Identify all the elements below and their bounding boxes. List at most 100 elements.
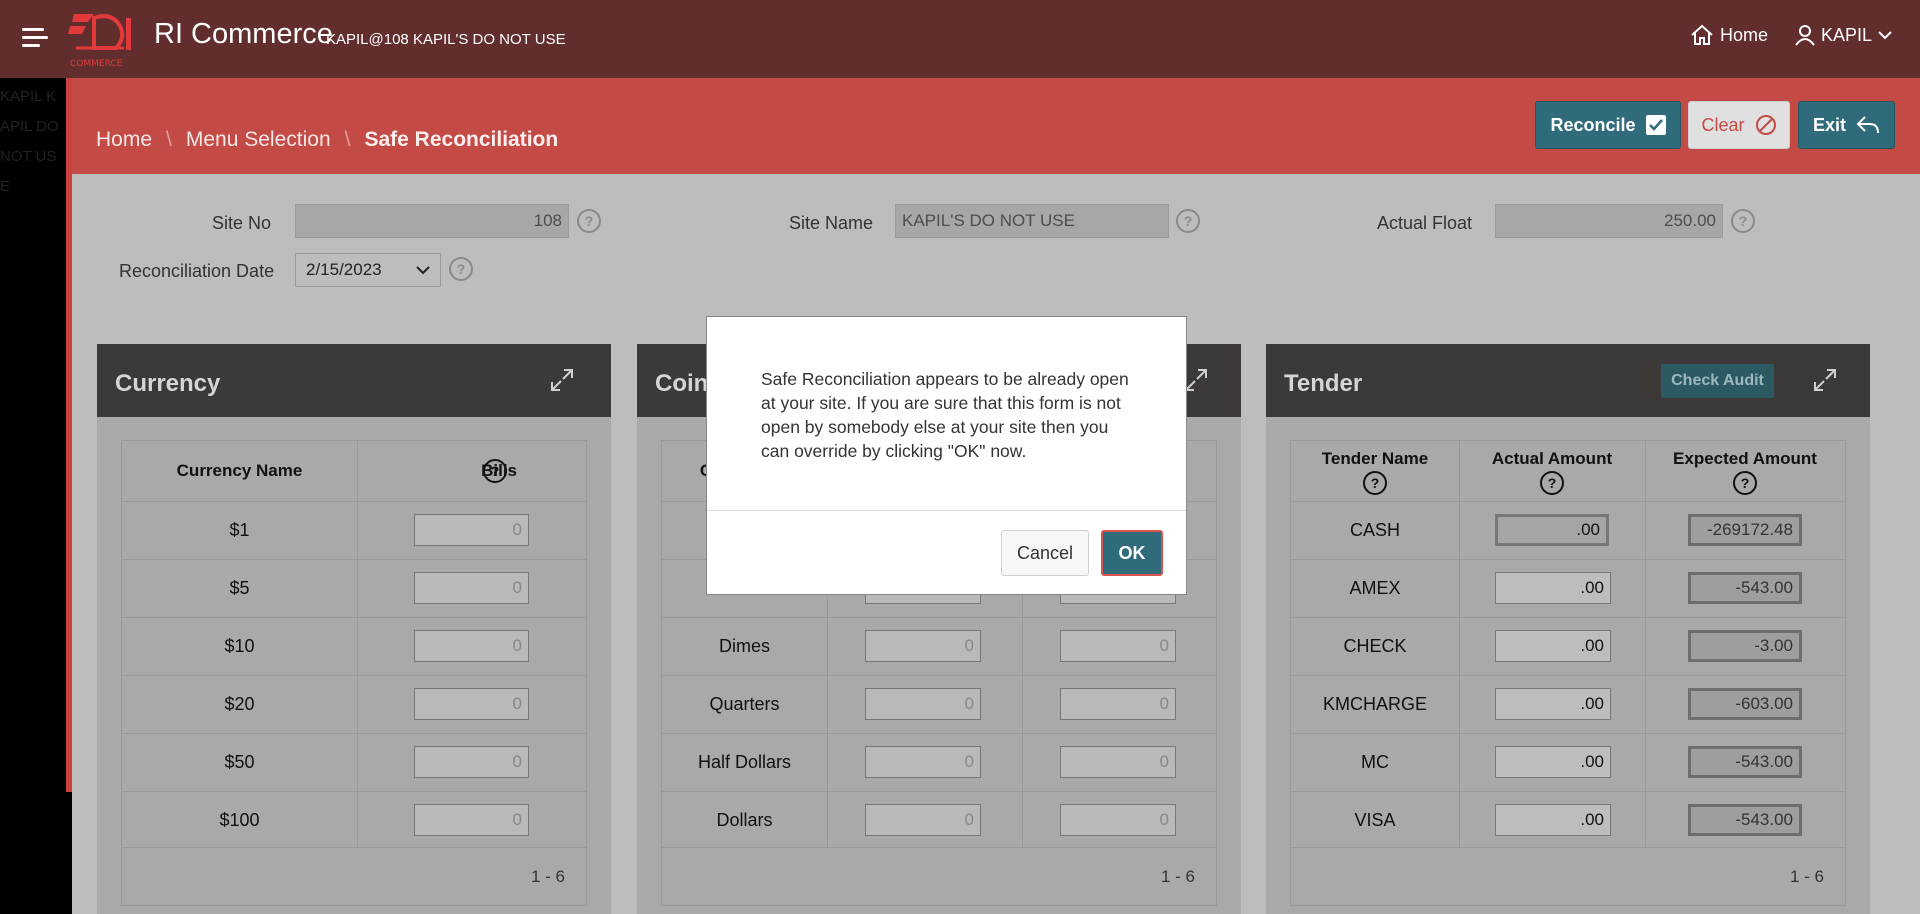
column-header-tender-name: Tender Name (1321, 449, 1429, 468)
currency-table: Currency Name Bills ? $1 0 $5 0 $10 0 $2… (121, 440, 587, 906)
coin-rolls-input[interactable]: 0 (865, 746, 981, 778)
actual-float-field: 250.00 (1495, 204, 1723, 238)
exit-button[interactable]: Exit (1798, 101, 1895, 149)
expected-amount-field: -269172.48 (1688, 514, 1802, 546)
site-no-field: 108 (295, 204, 569, 238)
bills-input[interactable]: 0 (414, 804, 529, 836)
site-no-label: Site No (212, 213, 272, 233)
user-menu[interactable]: KAPIL (1795, 24, 1892, 46)
dialog-message: Safe Reconciliation appears to be alread… (761, 369, 1129, 461)
tender-region: Tender Check Audit Tender Name ? Actual … (1266, 344, 1870, 914)
currency-title: Currency (115, 370, 221, 397)
bills-help-icon[interactable]: ? (483, 459, 507, 483)
expected-amount-field: -543.00 (1688, 804, 1802, 836)
tender-name-cell: CASH (1349, 520, 1400, 540)
expand-icon[interactable] (1184, 368, 1208, 392)
breadcrumb-separator: \ (344, 128, 351, 151)
tender-name-cell: KMCHARGE (1322, 694, 1427, 714)
chevron-down-icon (416, 266, 430, 275)
currency-region: Currency Currency Name Bills ? $1 0 $5 0… (97, 344, 611, 914)
actual-amount-input[interactable]: .00 (1495, 514, 1609, 546)
actual-float-help-icon[interactable]: ? (1731, 209, 1755, 233)
check-audit-button[interactable]: Check Audit (1661, 364, 1774, 398)
column-header-currency-name: Currency Name (176, 461, 303, 480)
exit-label: Exit (1812, 114, 1846, 135)
reconcile-button[interactable]: Reconcile (1535, 101, 1681, 149)
actual-amount-input[interactable]: .00 (1495, 804, 1611, 836)
checkbox-checked-icon (1645, 115, 1666, 135)
column-header-expected-amount: Expected Amount (1673, 449, 1817, 468)
breadcrumb: Home \ Menu Selection \ Safe Reconciliat… (96, 128, 558, 152)
side-stray-text: KAPIL KAPIL DO NOT USE (0, 88, 59, 195)
expected-amount-field: -543.00 (1688, 746, 1802, 778)
expected-amount-help-icon[interactable]: ? (1733, 471, 1757, 495)
reconciliation-date-select[interactable]: 2/15/2023 (295, 253, 441, 287)
bills-input[interactable]: 0 (414, 746, 529, 778)
currency-name-cell: $20 (224, 694, 255, 714)
nav-home-link[interactable]: Home (1690, 24, 1768, 46)
site-name-label: Site Name (789, 213, 874, 233)
pagination-label: 1 - 6 (1790, 867, 1825, 886)
expected-amount-field: -603.00 (1688, 688, 1802, 720)
dialog-ok-button[interactable]: OK (1101, 530, 1163, 576)
actual-amount-input[interactable]: .00 (1495, 746, 1611, 778)
currency-name-cell: $50 (224, 752, 255, 772)
expand-icon[interactable] (550, 368, 574, 392)
reconcile-label: Reconcile (1550, 114, 1636, 135)
site-no-help-icon[interactable]: ? (577, 209, 601, 233)
menu-icon[interactable] (22, 28, 48, 48)
reconciliation-date-help-icon[interactable]: ? (449, 257, 473, 281)
currency-name-cell: $100 (219, 810, 260, 830)
actual-amount-input[interactable]: .00 (1495, 688, 1611, 720)
breadcrumb-menu-selection[interactable]: Menu Selection (186, 128, 331, 152)
home-icon (1691, 24, 1713, 45)
user-icon (1795, 25, 1815, 46)
title-banner: Home \ Menu Selection \ Safe Reconciliat… (72, 78, 1920, 174)
dialog-cancel-button[interactable]: Cancel (1001, 530, 1089, 576)
breadcrumb-home[interactable]: Home (96, 128, 152, 152)
breadcrumb-separator: \ (166, 128, 172, 151)
tender-name-help-icon[interactable]: ? (1363, 471, 1387, 495)
coin-loose-input[interactable]: 0 (1060, 804, 1176, 836)
coin-loose-input[interactable]: 0 (1060, 688, 1176, 720)
site-name-help-icon[interactable]: ? (1176, 209, 1200, 233)
user-label: KAPIL (1821, 24, 1873, 45)
pagination-label: 1 - 6 (531, 867, 566, 886)
app-subtitle: KAPIL@108 KAPIL'S DO NOT USE (326, 31, 566, 48)
tender-title: Tender (1284, 370, 1363, 397)
actual-float-label: Actual Float (1377, 213, 1473, 233)
tender-table: Tender Name ? Actual Amount ? Expected A… (1290, 440, 1846, 906)
coin-loose-input[interactable]: 0 (1060, 746, 1176, 778)
actual-amount-input[interactable]: .00 (1495, 572, 1611, 604)
pagination-label: 1 - 6 (1161, 867, 1196, 886)
clear-label: Clear (1701, 114, 1745, 135)
bills-input[interactable]: 0 (414, 514, 529, 546)
expected-amount-field: -543.00 (1688, 572, 1802, 604)
svg-text:COMMERCE: COMMERCE (70, 59, 123, 69)
bills-input[interactable]: 0 (414, 572, 529, 604)
confirmation-dialog: Safe Reconciliation appears to be alread… (706, 316, 1187, 595)
actual-amount-input[interactable]: .00 (1495, 630, 1611, 662)
coin-rolls-input[interactable]: 0 (865, 688, 981, 720)
reconciliation-date-value: 2/15/2023 (306, 260, 382, 279)
actual-amount-help-icon[interactable]: ? (1540, 471, 1564, 495)
bills-input[interactable]: 0 (414, 688, 529, 720)
top-navigation-bar: COMMERCE RI Commerce KAPIL@108 KAPIL'S D… (0, 0, 1920, 78)
coin-name-cell: Quarters (709, 694, 780, 714)
tender-name-cell: CHECK (1343, 636, 1407, 656)
side-navigation-strip (0, 78, 72, 914)
coin-loose-input[interactable]: 0 (1060, 630, 1176, 662)
expand-icon[interactable] (1813, 368, 1837, 392)
reconciliation-date-label: Reconciliation Date (119, 261, 275, 281)
currency-region-header: Currency (97, 344, 611, 417)
expected-amount-field: -3.00 (1688, 630, 1802, 662)
chevron-down-icon (1878, 31, 1892, 40)
clear-button[interactable]: Clear (1688, 101, 1790, 149)
coin-rolls-input[interactable]: 0 (865, 630, 981, 662)
coin-rolls-input[interactable]: 0 (865, 804, 981, 836)
breadcrumb-current: Safe Reconciliation (364, 128, 559, 151)
coin-name-cell: Dollars (716, 810, 773, 830)
app-title: RI Commerce (154, 18, 333, 50)
bills-input[interactable]: 0 (414, 630, 529, 662)
nav-home-label: Home (1720, 24, 1769, 45)
